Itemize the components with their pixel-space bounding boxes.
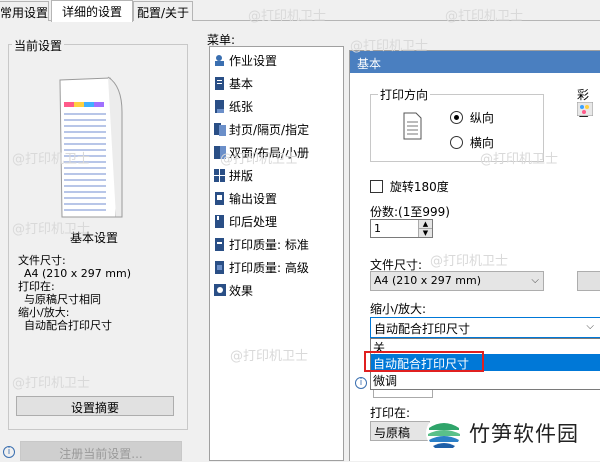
menu-item-label: 作业设置 bbox=[229, 54, 278, 68]
menu-item-job-settings[interactable]: 作业设置 bbox=[214, 49, 277, 72]
logo-text: 竹笋软件园 bbox=[469, 422, 579, 446]
panel-header: 基本 bbox=[350, 51, 600, 73]
register-current-settings-button[interactable]: 注册当前设置... bbox=[20, 441, 182, 461]
print-on-label: 打印在: bbox=[18, 280, 55, 293]
info-icon: i bbox=[3, 446, 15, 458]
orientation-legend: 打印方向 bbox=[378, 86, 431, 103]
watermark-text: @打印机卫士 bbox=[248, 9, 327, 24]
rotate-180-checkbox[interactable]: 旋转180度 bbox=[370, 178, 449, 195]
finishing-icon bbox=[215, 215, 224, 228]
basic-icon bbox=[215, 77, 224, 90]
cover-icon bbox=[214, 123, 226, 136]
paper-icon bbox=[215, 100, 224, 113]
menu-item-finishing[interactable]: 印后处理 bbox=[214, 210, 277, 233]
menu-item-label: 效果 bbox=[229, 284, 254, 298]
menu-item-paper[interactable]: 纸张 bbox=[214, 95, 253, 118]
copies-up-button[interactable]: ▲ bbox=[418, 220, 432, 228]
menu-item-label: 输出设置 bbox=[229, 192, 278, 206]
portrait-page-icon bbox=[403, 112, 422, 140]
tab-common-settings[interactable]: 常用设置 bbox=[0, 1, 49, 21]
panel-zoom-label: 缩小/放大: bbox=[370, 302, 427, 316]
menu-item-quality-standard[interactable]: 打印质量: 标准 bbox=[214, 233, 309, 256]
current-settings-legend: 当前设置 bbox=[12, 37, 65, 54]
paper-size-extra-button[interactable] bbox=[577, 271, 600, 291]
menu-item-output[interactable]: 输出设置 bbox=[214, 187, 277, 210]
watermark-text: @打印机卫士 bbox=[445, 9, 524, 24]
menu-item-cover[interactable]: 封页/隔页/指定 bbox=[214, 118, 309, 141]
menu-item-label: 印后处理 bbox=[229, 215, 278, 229]
menu-item-basic[interactable]: 基本 bbox=[214, 72, 253, 95]
menu-item-label: 打印质量: 标准 bbox=[229, 238, 309, 252]
tab-detailed-settings[interactable]: 详细的设置 bbox=[51, 0, 133, 22]
watermark-text: @打印机卫士 bbox=[12, 222, 91, 237]
zoom-select[interactable]: 自动配合打印尺寸 ⌵ bbox=[370, 317, 600, 338]
print-on-select-value: 与原稿 bbox=[374, 426, 411, 440]
copies-label: 份数:(1至999) bbox=[370, 205, 450, 219]
menu-item-label: 纸张 bbox=[229, 100, 254, 114]
watermark-text: @打印机卫士 bbox=[480, 152, 559, 167]
zoom-value: 自动配合打印尺寸 bbox=[24, 319, 112, 332]
menu-item-imposition[interactable]: 拼版 bbox=[214, 164, 253, 187]
portrait-label: 纵向 bbox=[469, 111, 494, 125]
paper-preview-icon bbox=[59, 76, 123, 218]
print-on-value: 与原稿尺寸相同 bbox=[24, 293, 101, 306]
job-settings-icon bbox=[215, 55, 224, 66]
menu-item-label: 打印质量: 高级 bbox=[229, 261, 309, 275]
highlight-box bbox=[364, 351, 484, 372]
zoom-select-value: 自动配合打印尺寸 bbox=[374, 322, 471, 336]
menu-item-quality-advanced[interactable]: 打印质量: 高级 bbox=[214, 256, 309, 279]
rotate-label: 旋转180度 bbox=[389, 180, 449, 194]
tab-config-about[interactable]: 配置/关于 bbox=[133, 1, 193, 21]
quality-advanced-icon bbox=[215, 261, 224, 274]
copies-down-button[interactable]: ▼ bbox=[418, 228, 432, 237]
zoom-option-fine-tune[interactable]: 微调 bbox=[373, 372, 397, 389]
watermark-text: @打印机卫士 bbox=[12, 152, 91, 167]
color-mode-icon[interactable] bbox=[577, 102, 593, 116]
output-icon bbox=[215, 192, 224, 205]
logo-mark-icon bbox=[426, 415, 462, 451]
menu-item-label: 封页/隔页/指定 bbox=[229, 123, 310, 137]
imposition-icon bbox=[214, 169, 225, 182]
quality-standard-icon bbox=[215, 238, 224, 251]
watermark-text: @打印机卫士 bbox=[430, 254, 509, 269]
portrait-radio[interactable]: 纵向 bbox=[450, 109, 494, 126]
paper-size-label: 文件尺寸: bbox=[18, 254, 66, 267]
watermark-text: @打印机卫士 bbox=[230, 349, 309, 364]
print-on-select[interactable]: 与原稿 bbox=[370, 421, 430, 441]
effects-icon bbox=[214, 284, 226, 296]
menu-item-effects[interactable]: 效果 bbox=[214, 279, 253, 302]
zoom-value-box[interactable] bbox=[373, 390, 433, 398]
zoom-label: 缩小/放大: bbox=[18, 306, 70, 319]
info-icon: i bbox=[355, 377, 367, 389]
menu-item-label: 拼版 bbox=[229, 169, 254, 183]
paper-size-select-value: A4 (210 x 297 mm) bbox=[374, 274, 482, 287]
paper-size-select[interactable]: A4 (210 x 297 mm) ⌵ bbox=[370, 271, 544, 291]
settings-summary-button[interactable]: 设置摘要 bbox=[16, 396, 174, 416]
watermark-text: @打印机卫士 bbox=[220, 152, 299, 167]
current-settings-summary: 文件尺寸: A4 (210 x 297 mm) 打印在: 与原稿尺寸相同 缩小/… bbox=[18, 254, 131, 332]
menu-item-label: 基本 bbox=[229, 77, 254, 91]
watermark-text: @打印机卫士 bbox=[12, 376, 91, 391]
site-logo: 竹笋软件园 bbox=[425, 410, 595, 456]
chevron-down-icon: ⌵ bbox=[586, 321, 594, 332]
paper-size-value: A4 (210 x 297 mm) bbox=[24, 267, 132, 280]
panel-print-on-label: 打印在: bbox=[370, 406, 411, 420]
chevron-down-icon: ⌵ bbox=[531, 275, 539, 286]
watermark-text: @打印机卫士 bbox=[350, 39, 429, 54]
